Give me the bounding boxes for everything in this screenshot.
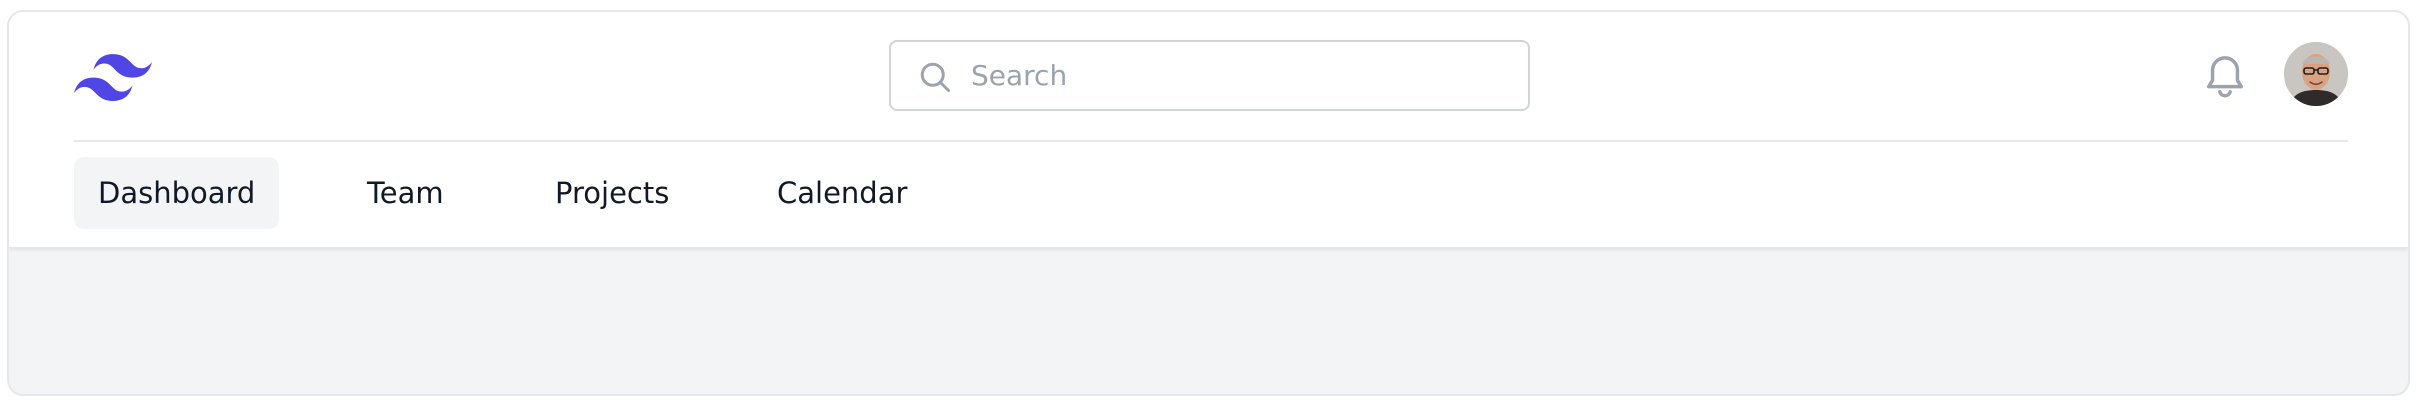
tailwind-wave-logo-icon[interactable] [74, 50, 152, 106]
search-icon [920, 62, 950, 92]
search-box[interactable] [889, 40, 1530, 111]
top-header: Dashboard Team Projects Calendar [9, 12, 2408, 248]
nav-item-calendar[interactable]: Calendar [777, 157, 907, 229]
app-window: Dashboard Team Projects Calendar [7, 10, 2410, 396]
nav-item-dashboard[interactable]: Dashboard [74, 157, 280, 229]
nav-item-projects[interactable]: Projects [555, 157, 669, 229]
nav-item-team[interactable]: Team [367, 157, 444, 229]
user-avatar-image [2284, 42, 2348, 106]
main-content-area [9, 248, 2408, 394]
header-divider [74, 140, 2348, 142]
avatar[interactable] [2284, 42, 2348, 106]
search-input[interactable] [971, 42, 1511, 109]
bell-icon[interactable] [2202, 52, 2248, 104]
